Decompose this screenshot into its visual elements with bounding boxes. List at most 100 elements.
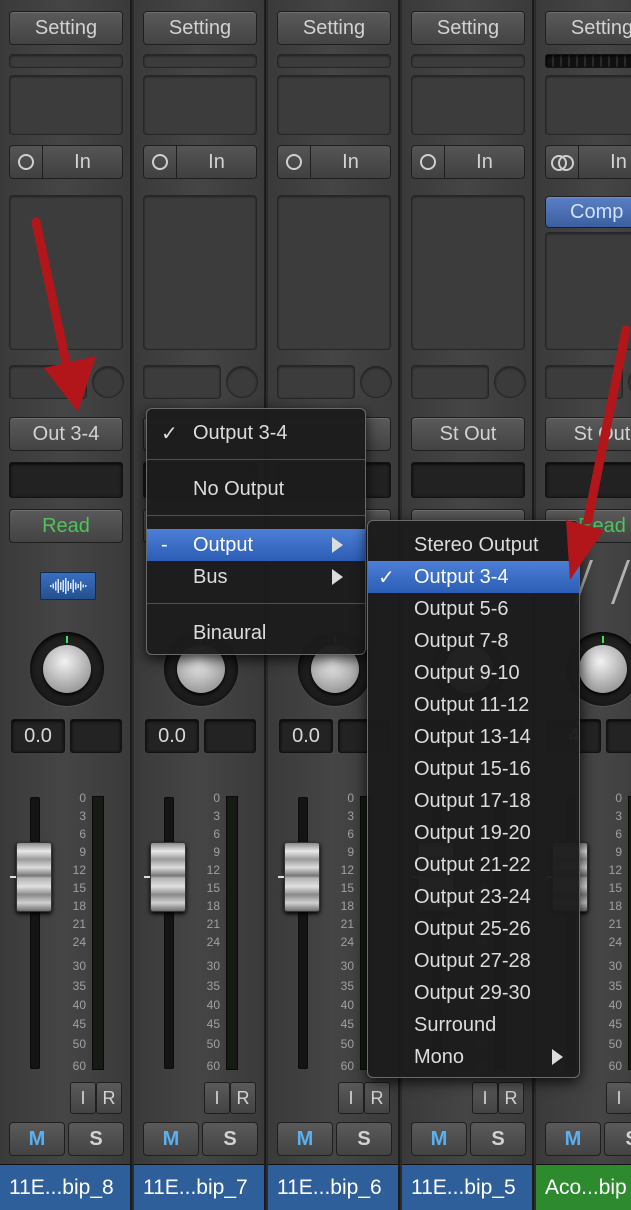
midi-fx-slot[interactable] (9, 75, 123, 135)
menu-item[interactable]: Output 23-24 (368, 881, 579, 913)
menu-item[interactable]: Output 27-28 (368, 945, 579, 977)
track-name[interactable]: 11E...bip_5 (402, 1164, 532, 1210)
menu-item[interactable]: Surround (368, 1009, 579, 1041)
menu-item[interactable]: Mono (368, 1041, 579, 1073)
group-slot[interactable] (411, 462, 525, 498)
solo-button[interactable]: S (470, 1122, 526, 1156)
menu-item[interactable]: Output 19-20 (368, 817, 579, 849)
group-slot[interactable] (9, 462, 123, 498)
automation-mode-button[interactable]: Read (9, 509, 123, 543)
send-slot[interactable] (277, 365, 355, 399)
volume-fader-handle[interactable] (16, 842, 52, 912)
midi-fx-slot[interactable] (143, 75, 257, 135)
setting-button[interactable]: Setting (277, 11, 391, 45)
input-monitor-button[interactable]: I (338, 1082, 364, 1114)
menu-item[interactable]: Output 21-22 (368, 849, 579, 881)
input-button[interactable]: In (545, 145, 631, 179)
menu-item[interactable]: Output 5-6 (368, 593, 579, 625)
eq-display[interactable] (143, 54, 257, 68)
setting-button[interactable]: Setting (411, 11, 525, 45)
input-button[interactable]: In (277, 145, 391, 179)
volume-value[interactable]: 0.0 (145, 719, 199, 753)
menu-item[interactable]: Output 25-26 (368, 913, 579, 945)
setting-button[interactable]: Setting (9, 11, 123, 45)
menu-item[interactable]: Output 29-30 (368, 977, 579, 1009)
input-button[interactable]: In (143, 145, 257, 179)
midi-fx-slot[interactable] (277, 75, 391, 135)
volume-value[interactable]: 0.0 (11, 719, 65, 753)
audio-fx-slot[interactable] (545, 232, 631, 350)
volume-fader-handle[interactable] (150, 842, 186, 912)
audio-fx-slot[interactable] (411, 195, 525, 350)
send-slot[interactable] (545, 365, 623, 399)
menu-item[interactable]: ✓ Output 3-4 (368, 561, 579, 593)
setting-button[interactable]: Setting (143, 11, 257, 45)
menu-item[interactable]: Output 9-10 (368, 657, 579, 689)
record-enable-button[interactable]: R (230, 1082, 256, 1114)
solo-button[interactable]: S (202, 1122, 258, 1156)
menu-item[interactable]: Output 15-16 (368, 753, 579, 785)
eq-display[interactable] (411, 54, 525, 68)
setting-button[interactable]: Setting (545, 11, 631, 45)
output-button[interactable]: Out 3-4 (9, 417, 123, 451)
volume-fader-handle[interactable] (284, 842, 320, 912)
track-name[interactable]: 11E...bip_7 (134, 1164, 264, 1210)
menu-item[interactable]: Bus (147, 561, 365, 593)
mute-button[interactable]: M (411, 1122, 467, 1156)
menu-item[interactable]: ✓ Output 3-4 (147, 417, 365, 449)
send-slot[interactable] (143, 365, 221, 399)
send-level-knob[interactable] (494, 366, 526, 398)
peak-value[interactable] (606, 719, 631, 753)
volume-value[interactable]: 0.0 (279, 719, 333, 753)
mute-button[interactable]: M (143, 1122, 199, 1156)
menu-item[interactable]: Output 7-8 (368, 625, 579, 657)
menu-item[interactable]: No Output (147, 473, 365, 505)
solo-button[interactable]: S (68, 1122, 124, 1156)
input-monitor-button[interactable]: I (472, 1082, 498, 1114)
menu-item[interactable]: Output 13-14 (368, 721, 579, 753)
midi-fx-slot[interactable] (411, 75, 525, 135)
record-enable-button[interactable]: R (96, 1082, 122, 1114)
input-format-toggle[interactable] (278, 146, 311, 178)
volume-fader-track[interactable] (164, 797, 174, 1069)
input-monitor-button[interactable]: I (204, 1082, 230, 1114)
menu-item[interactable]: - Output (147, 529, 365, 561)
menu-item[interactable]: Output 17-18 (368, 785, 579, 817)
menu-item[interactable]: Output 11-12 (368, 689, 579, 721)
audio-fx-slot[interactable] (9, 195, 123, 350)
output-button[interactable]: St Out (545, 417, 631, 451)
volume-fader-track[interactable] (298, 797, 308, 1069)
mute-button[interactable]: M (277, 1122, 333, 1156)
record-enable-button[interactable]: R (498, 1082, 524, 1114)
eq-display[interactable] (9, 54, 123, 68)
input-button[interactable]: In (9, 145, 123, 179)
input-format-toggle[interactable] (546, 146, 579, 178)
send-slot[interactable] (9, 365, 87, 399)
peak-value[interactable] (204, 719, 256, 753)
track-name[interactable]: 11E...bip_6 (268, 1164, 398, 1210)
input-monitor-button[interactable]: I (606, 1082, 631, 1114)
record-enable-button[interactable]: R (364, 1082, 390, 1114)
send-level-knob[interactable] (92, 366, 124, 398)
track-name[interactable]: 11E...bip_8 (0, 1164, 130, 1210)
group-slot[interactable] (545, 462, 631, 498)
solo-button[interactable]: S (604, 1122, 631, 1156)
menu-item[interactable]: Stereo Output (368, 529, 579, 561)
mute-button[interactable]: M (545, 1122, 601, 1156)
eq-display[interactable] (277, 54, 391, 68)
input-monitor-button[interactable]: I (70, 1082, 96, 1114)
input-format-toggle[interactable] (412, 146, 445, 178)
audio-fx-slot[interactable] (143, 195, 257, 350)
midi-fx-slot[interactable] (545, 75, 631, 135)
solo-button[interactable]: S (336, 1122, 392, 1156)
mute-button[interactable]: M (9, 1122, 65, 1156)
pan-knob[interactable] (30, 632, 104, 706)
menu-item[interactable]: Binaural (147, 617, 365, 649)
peak-value[interactable] (70, 719, 122, 753)
input-format-toggle[interactable] (10, 146, 43, 178)
input-button[interactable]: In (411, 145, 525, 179)
volume-fader-track[interactable] (30, 797, 40, 1069)
send-level-knob[interactable] (226, 366, 258, 398)
output-button[interactable]: St Out (411, 417, 525, 451)
insert-plugin-button[interactable]: Comp (545, 196, 631, 228)
